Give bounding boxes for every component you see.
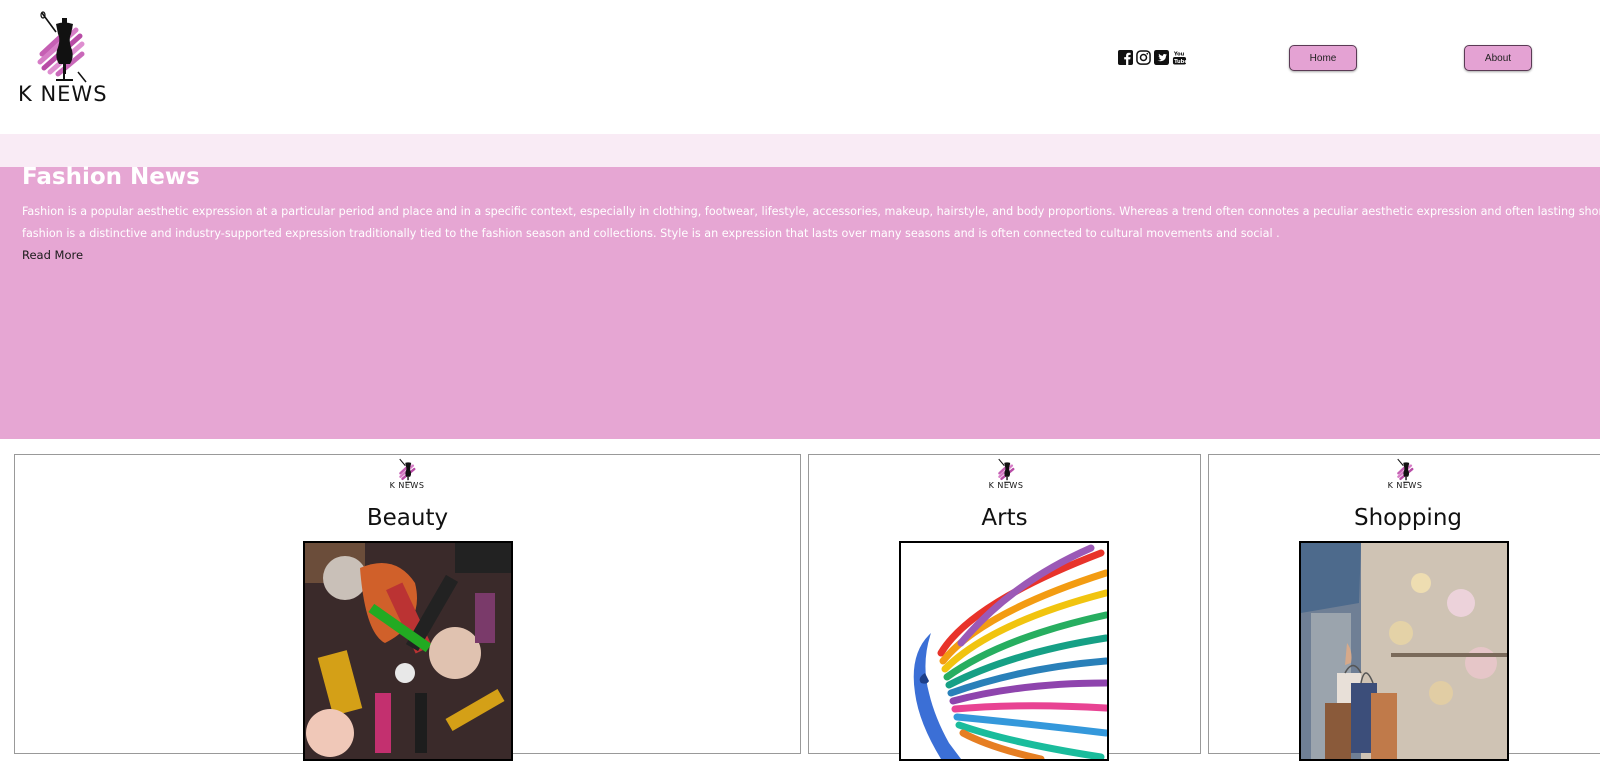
site-header: K NEWS You Tube Home About [0, 0, 1600, 134]
card-beauty[interactable]: K NEWS Beauty [14, 454, 801, 761]
svg-text:Tube: Tube [1174, 59, 1187, 65]
brand-name: K NEWS [18, 82, 108, 106]
home-button[interactable]: Home [1289, 45, 1357, 71]
card-title: Arts [981, 505, 1028, 531]
dress-form-logo-icon [37, 11, 87, 83]
card-title: Beauty [366, 505, 449, 531]
card-logo: K NEWS [1383, 458, 1427, 492]
twitter-icon[interactable] [1154, 50, 1169, 65]
about-button[interactable]: About [1464, 45, 1532, 71]
card-arts[interactable]: K NEWS Arts [808, 454, 1201, 761]
hero-body: Fashion is a popular aesthetic expressio… [22, 201, 1600, 245]
instagram-icon[interactable] [1136, 50, 1151, 65]
card-logo: K NEWS [984, 458, 1028, 492]
card-brand: K NEWS [1387, 481, 1423, 490]
card-title: Shopping [1353, 505, 1462, 531]
facebook-icon[interactable] [1118, 50, 1133, 65]
hero-top-band [0, 134, 1600, 167]
hero-body-line: Fashion is a popular aesthetic expressio… [22, 205, 1600, 218]
card-shopping[interactable]: K NEWS Shopping [1208, 454, 1600, 761]
svg-text:You: You [1173, 52, 1185, 58]
arts-image[interactable] [899, 541, 1109, 761]
read-more-link[interactable]: Read More [22, 248, 83, 262]
shopping-image[interactable] [1299, 541, 1509, 761]
card-brand: K NEWS [988, 481, 1024, 490]
site-logo[interactable]: K NEWS [16, 10, 108, 110]
youtube-icon[interactable]: You Tube [1172, 50, 1187, 65]
card-logo: K NEWS [385, 458, 429, 492]
social-links: You Tube [1118, 50, 1187, 65]
hero-title: Fashion News [22, 164, 200, 190]
card-brand: K NEWS [389, 481, 425, 490]
hero-body-line: fashion is a distinctive and industry-su… [22, 227, 1280, 240]
beauty-image[interactable] [303, 541, 513, 761]
